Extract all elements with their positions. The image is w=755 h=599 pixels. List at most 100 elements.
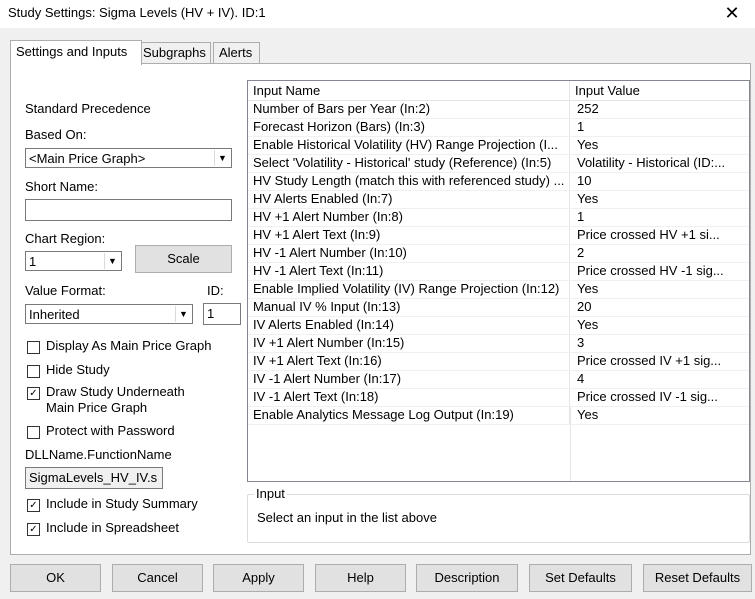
- input-value-cell[interactable]: 252: [570, 101, 749, 118]
- protect-password-checkbox[interactable]: Protect with Password: [27, 423, 175, 439]
- chart-region-label: Chart Region:: [25, 231, 106, 246]
- protect-password-label: Protect with Password: [46, 423, 175, 438]
- table-row[interactable]: IV +1 Alert Text (In:16) Price crossed IV…: [248, 353, 749, 371]
- table-row[interactable]: Number of Bars per Year (In:2) 252: [248, 101, 749, 119]
- title-bar: Study Settings: Sigma Levels (HV + IV). …: [0, 0, 755, 28]
- dll-name-field[interactable]: SigmaLevels_HV_IV.s: [25, 467, 163, 489]
- input-name-cell: IV +1 Alert Text (In:16): [248, 353, 570, 370]
- input-value-cell[interactable]: Yes: [570, 407, 749, 424]
- tab-settings-and-inputs[interactable]: Settings and Inputs: [10, 40, 142, 65]
- input-name-cell: HV Study Length (match this with referen…: [248, 173, 570, 190]
- based-on-label: Based On:: [25, 127, 87, 142]
- settings-panel: Standard Precedence Based On: <Main Pric…: [10, 63, 751, 555]
- input-name-cell: HV +1 Alert Text (In:9): [248, 227, 570, 244]
- include-spreadsheet-label: Include in Spreadsheet: [46, 520, 179, 535]
- chevron-down-icon: ▼: [175, 306, 191, 322]
- set-defaults-button[interactable]: Set Defaults: [529, 564, 632, 592]
- chart-region-dropdown[interactable]: 1 ▼: [25, 251, 122, 271]
- checkbox-box: [27, 341, 40, 354]
- display-as-main-checkbox[interactable]: Display As Main Price Graph: [27, 338, 211, 354]
- input-value-cell[interactable]: 4: [570, 371, 749, 388]
- table-row[interactable]: HV Alerts Enabled (In:7) Yes: [248, 191, 749, 209]
- input-value-cell[interactable]: Price crossed IV -1 sig...: [570, 389, 749, 406]
- input-value-cell[interactable]: 3: [570, 335, 749, 352]
- table-row[interactable]: IV +1 Alert Number (In:15) 3: [248, 335, 749, 353]
- dll-name-label: DLLName.FunctionName: [25, 447, 172, 462]
- checkbox-box: [27, 426, 40, 439]
- input-value-cell[interactable]: Yes: [570, 317, 749, 334]
- input-value-cell[interactable]: 2: [570, 245, 749, 262]
- input-value-cell[interactable]: Price crossed HV -1 sig...: [570, 263, 749, 280]
- input-value-cell[interactable]: 1: [570, 119, 749, 136]
- table-row[interactable]: IV Alerts Enabled (In:14) Yes: [248, 317, 749, 335]
- checkbox-box: [27, 365, 40, 378]
- short-name-label: Short Name:: [25, 179, 98, 194]
- table-row[interactable]: HV +1 Alert Text (In:9) Price crossed HV …: [248, 227, 749, 245]
- table-row[interactable]: HV -1 Alert Text (In:11) Price crossed HV…: [248, 263, 749, 281]
- input-name-cell: Enable Implied Volatility (IV) Range Pro…: [248, 281, 570, 298]
- description-button[interactable]: Description: [416, 564, 518, 592]
- input-name-cell: HV Alerts Enabled (In:7): [248, 191, 570, 208]
- based-on-value: <Main Price Graph>: [29, 151, 146, 166]
- input-value-cell[interactable]: 20: [570, 299, 749, 316]
- include-summary-checkbox[interactable]: ✓ Include in Study Summary: [27, 496, 198, 512]
- input-value-cell[interactable]: Volatility - Historical (ID:...: [570, 155, 749, 172]
- value-format-value: Inherited: [29, 307, 80, 322]
- input-name-cell: Enable Analytics Message Log Output (In:…: [248, 407, 570, 424]
- input-name-cell: Number of Bars per Year (In:2): [248, 101, 570, 118]
- check-icon: ✓: [27, 499, 40, 512]
- id-input[interactable]: 1: [203, 303, 241, 325]
- table-row[interactable]: HV Study Length (match this with referen…: [248, 173, 749, 191]
- table-row[interactable]: Forecast Horizon (Bars) (In:3) 1: [248, 119, 749, 137]
- tab-subgraphs[interactable]: Subgraphs: [137, 42, 211, 63]
- include-summary-label: Include in Study Summary: [46, 496, 198, 511]
- input-value-cell[interactable]: Yes: [570, 191, 749, 208]
- column-header-input-value[interactable]: Input Value: [570, 81, 749, 100]
- draw-underneath-line1: Draw Study Underneath: [46, 384, 185, 399]
- table-row[interactable]: HV +1 Alert Number (In:8) 1: [248, 209, 749, 227]
- column-header-input-name[interactable]: Input Name: [248, 81, 570, 100]
- input-help-message: Select an input in the list above: [257, 510, 437, 525]
- input-value-cell[interactable]: 1: [570, 209, 749, 226]
- input-name-cell: Select 'Volatility - Historical' study (…: [248, 155, 570, 172]
- value-format-label: Value Format:: [25, 283, 106, 298]
- table-row[interactable]: IV -1 Alert Number (In:17) 4: [248, 371, 749, 389]
- input-group-legend: Input: [254, 486, 287, 501]
- dialog-client: Settings and Inputs Subgraphs Alerts Sta…: [0, 28, 755, 599]
- input-value-cell[interactable]: Yes: [570, 137, 749, 154]
- table-row[interactable]: Manual IV % Input (In:13) 20: [248, 299, 749, 317]
- table-row[interactable]: Enable Historical Volatility (HV) Range …: [248, 137, 749, 155]
- based-on-dropdown[interactable]: <Main Price Graph> ▼: [25, 148, 232, 168]
- input-value-cell[interactable]: Yes: [570, 281, 749, 298]
- input-name-cell: Enable Historical Volatility (HV) Range …: [248, 137, 570, 154]
- apply-button[interactable]: Apply: [213, 564, 304, 592]
- table-row[interactable]: Enable Analytics Message Log Output (In:…: [248, 407, 749, 425]
- table-row[interactable]: IV -1 Alert Text (In:18) Price crossed IV…: [248, 389, 749, 407]
- standard-precedence-label: Standard Precedence: [25, 101, 151, 116]
- draw-underneath-checkbox[interactable]: ✓ Draw Study Underneath Main Price Graph: [27, 384, 185, 416]
- input-name-cell: HV -1 Alert Number (In:10): [248, 245, 570, 262]
- tab-alerts[interactable]: Alerts: [213, 42, 260, 63]
- value-format-dropdown[interactable]: Inherited ▼: [25, 304, 193, 324]
- include-spreadsheet-checkbox[interactable]: ✓ Include in Spreadsheet: [27, 520, 179, 536]
- input-name-cell: IV +1 Alert Number (In:15): [248, 335, 570, 352]
- input-value-cell[interactable]: Price crossed HV +1 si...: [570, 227, 749, 244]
- input-value-cell[interactable]: Price crossed IV +1 sig...: [570, 353, 749, 370]
- help-button[interactable]: Help: [315, 564, 406, 592]
- input-name-cell: Forecast Horizon (Bars) (In:3): [248, 119, 570, 136]
- hide-study-checkbox[interactable]: Hide Study: [27, 362, 110, 378]
- table-row[interactable]: HV -1 Alert Number (In:10) 2: [248, 245, 749, 263]
- cancel-button[interactable]: Cancel: [112, 564, 203, 592]
- table-row[interactable]: Select 'Volatility - Historical' study (…: [248, 155, 749, 173]
- reset-defaults-button[interactable]: Reset Defaults: [643, 564, 752, 592]
- chart-region-value: 1: [29, 254, 37, 269]
- ok-button[interactable]: OK: [10, 564, 101, 592]
- scale-button[interactable]: Scale: [135, 245, 232, 273]
- hide-study-label: Hide Study: [46, 362, 110, 377]
- close-icon[interactable]: ✕: [709, 0, 755, 28]
- input-name-cell: HV -1 Alert Text (In:11): [248, 263, 570, 280]
- inputs-list[interactable]: Input Name Input Value Number of Bars pe…: [247, 80, 750, 482]
- table-row[interactable]: Enable Implied Volatility (IV) Range Pro…: [248, 281, 749, 299]
- input-value-cell[interactable]: 10: [570, 173, 749, 190]
- short-name-input[interactable]: [25, 199, 232, 221]
